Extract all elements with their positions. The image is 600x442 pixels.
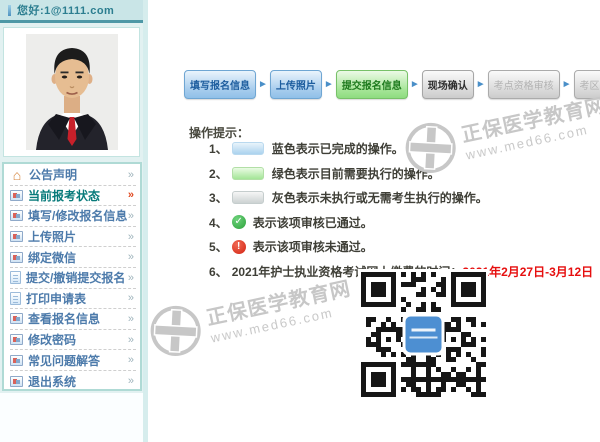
- tips-heading: 操作提示：: [189, 124, 249, 141]
- sidebar-item-faq[interactable]: 常见问题解答 »: [10, 350, 136, 371]
- chevron-right-icon: »: [128, 251, 136, 263]
- sidebar-item-upload-photo[interactable]: 上传照片 »: [10, 227, 136, 248]
- green-swatch-icon: [232, 167, 264, 180]
- watermark-url: www.med66.com: [209, 300, 356, 345]
- greeting-bar-icon: [8, 5, 11, 16]
- chevron-right-icon: »: [128, 375, 136, 387]
- gray-swatch-icon: [232, 191, 264, 204]
- blue-swatch-icon: [232, 142, 264, 155]
- sidebar-item-bind-wechat[interactable]: 绑定微信 »: [10, 247, 136, 268]
- card-icon: [10, 313, 23, 324]
- tips-list: 1、 蓝色表示已完成的操作。 2、 绿色表示目前需要执行的操作。 3、 灰色表示…: [209, 140, 593, 288]
- tip-text: 表示该项审核已通过。: [253, 214, 373, 231]
- chevron-right-icon: »: [128, 169, 136, 181]
- step-arrow-icon: ►: [258, 79, 268, 90]
- step-upload-photo: 上传照片: [270, 70, 322, 99]
- sidebar-item-current-status[interactable]: 当前报考状态 »: [10, 186, 136, 207]
- step-arrow-icon: ►: [476, 79, 486, 90]
- document-icon: [10, 292, 21, 305]
- menu-label: 退出系统: [28, 373, 128, 390]
- card-icon: [10, 376, 23, 387]
- card-icon: [10, 252, 23, 263]
- menu-label: 上传照片: [28, 228, 128, 245]
- sidebar-item-submit-registration[interactable]: 提交/撤销提交报名 »: [10, 268, 136, 289]
- step-arrow-icon: ►: [562, 79, 572, 90]
- sidebar-menu: ⌂ 公告声明 » 当前报考状态 » 填写/修改报名信息 » 上传照片: [2, 162, 142, 391]
- greeting-bar: 您好:1@1111.com: [0, 0, 143, 23]
- tip-text: 绿色表示目前需要执行的操作。: [272, 165, 440, 182]
- tip-number: 5、: [209, 238, 228, 255]
- document-icon: [10, 271, 21, 284]
- applicant-photo-panel: [3, 27, 140, 157]
- card-icon: [10, 231, 23, 242]
- chevron-right-icon: »: [128, 189, 136, 201]
- menu-label: 公告声明: [29, 166, 128, 183]
- med66-cross-logo-icon: [144, 299, 208, 363]
- greeting-text: 您好:1@1111.com: [17, 2, 114, 18]
- step-onsite-confirm: 现场确认: [422, 70, 474, 99]
- menu-label: 当前报考状态: [28, 187, 128, 204]
- tip-number: 3、: [209, 189, 228, 206]
- menu-label: 查看报名信息: [28, 310, 128, 327]
- fail-circle-icon: !: [232, 240, 246, 254]
- step-district-review: 考区资格审核: [574, 70, 600, 99]
- sidebar-edge-divider: [143, 0, 148, 442]
- tip-number: 6、: [209, 263, 228, 280]
- tip-item: 5、 ! 表示该项审核未通过。: [209, 238, 593, 255]
- tip-number: 2、: [209, 165, 228, 182]
- step-site-review: 考点资格审核: [488, 70, 560, 99]
- tip-text: 蓝色表示已完成的操作。: [272, 140, 404, 157]
- tip-item: 2、 绿色表示目前需要执行的操作。: [209, 165, 593, 182]
- step-submit-info: 提交报名信息: [336, 70, 408, 99]
- chevron-right-icon: »: [128, 231, 136, 243]
- sidebar: 您好:1@1111.com: [0, 0, 148, 442]
- sidebar-item-change-password[interactable]: 修改密码 »: [10, 330, 136, 351]
- registration-status-page: 您好:1@1111.com: [0, 0, 600, 442]
- tip-text: 表示该项审核未通过。: [253, 238, 373, 255]
- step-arrow-icon: ►: [324, 79, 334, 90]
- step-fill-info: 填写报名信息: [184, 70, 256, 99]
- menu-label: 绑定微信: [28, 249, 128, 266]
- chevron-right-icon: »: [128, 210, 136, 222]
- chevron-right-icon: »: [128, 272, 136, 284]
- tip-text: 灰色表示未执行或无需考生执行的操作。: [272, 189, 488, 206]
- check-circle-icon: ✓: [232, 215, 246, 229]
- menu-label: 提交/撤销提交报名: [26, 269, 128, 286]
- tip-number: 1、: [209, 140, 228, 157]
- chevron-right-icon: »: [128, 313, 136, 325]
- menu-label: 打印申请表: [26, 290, 128, 307]
- menu-label: 修改密码: [28, 331, 128, 348]
- home-icon: ⌂: [10, 169, 24, 181]
- wechat-qr-code: [358, 269, 488, 399]
- card-icon: [10, 334, 23, 345]
- chevron-right-icon: »: [128, 354, 136, 366]
- card-icon: [10, 190, 23, 201]
- chevron-right-icon: »: [128, 334, 136, 346]
- tip-item: 3、 灰色表示未执行或无需考生执行的操作。: [209, 189, 593, 206]
- sidebar-item-announcement[interactable]: ⌂ 公告声明 »: [10, 165, 136, 186]
- card-icon: [10, 210, 23, 221]
- tip-item: 1、 蓝色表示已完成的操作。: [209, 140, 593, 157]
- sidebar-item-view-info[interactable]: 查看报名信息 »: [10, 309, 136, 330]
- menu-label: 常见问题解答: [28, 352, 128, 369]
- card-icon: [10, 355, 23, 366]
- chevron-right-icon: »: [128, 292, 136, 304]
- progress-steps: 填写报名信息 ► 上传照片 ► 提交报名信息 ► 现场确认 ► 考点资格审核 ►…: [184, 70, 598, 99]
- sidebar-item-print-form[interactable]: 打印申请表 »: [10, 289, 136, 310]
- tip-item: 4、 ✓ 表示该项审核已通过。: [209, 214, 593, 231]
- menu-label: 填写/修改报名信息: [28, 207, 128, 224]
- tip-number: 4、: [209, 214, 228, 231]
- sidebar-item-edit-info[interactable]: 填写/修改报名信息 »: [10, 206, 136, 227]
- sidebar-bottom-spacer: [0, 393, 143, 442]
- applicant-photo: [26, 34, 118, 150]
- step-arrow-icon: ►: [410, 79, 420, 90]
- sidebar-item-logout[interactable]: 退出系统 »: [10, 371, 136, 392]
